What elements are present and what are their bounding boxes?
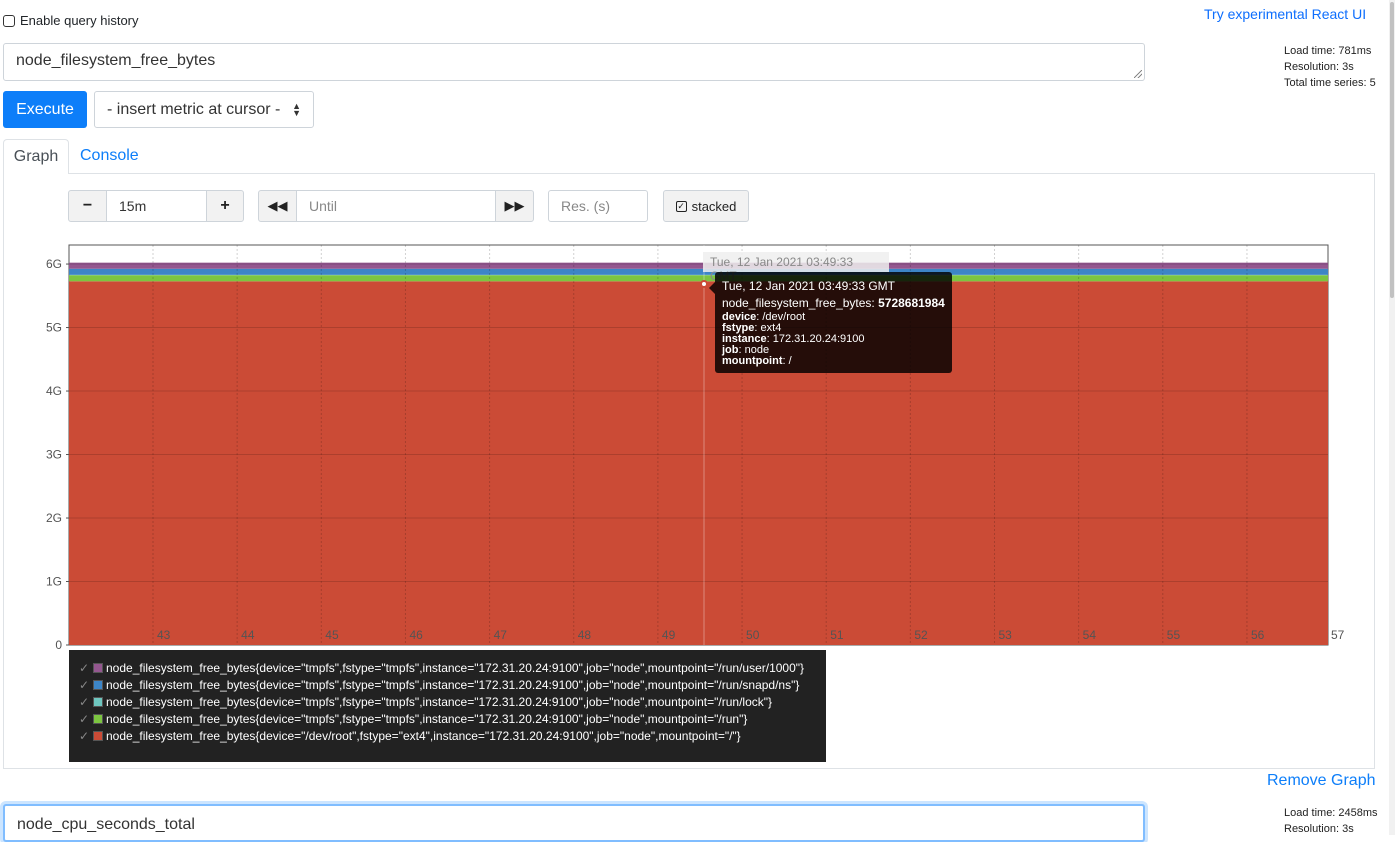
x-tick-label: 48	[578, 628, 592, 642]
legend-item[interactable]: ✓ node_filesystem_free_bytes{device="tmpf…	[79, 659, 816, 676]
series-area	[69, 269, 1328, 275]
series-area	[69, 275, 1328, 281]
y-tick-label: 5G	[46, 321, 62, 335]
legend-swatch	[93, 680, 103, 690]
x-tick-label: 49	[662, 628, 676, 642]
x-tick-label: 56	[1251, 628, 1265, 642]
hover-time-label: Tue, 12 Jan 2021 03:49:33 GMT	[703, 252, 889, 272]
x-tick-label: 51	[830, 628, 844, 642]
legend-item[interactable]: ✓ node_filesystem_free_bytes{device="/dev…	[79, 727, 816, 744]
x-tick-label: 43	[157, 628, 171, 642]
x-tick-label: 55	[1167, 628, 1181, 642]
x-tick-label: 45	[325, 628, 339, 642]
legend-swatch	[93, 714, 103, 724]
legend-swatch	[93, 697, 103, 707]
legend-label: node_filesystem_free_bytes{device="tmpfs…	[106, 712, 747, 726]
tooltip-time: Tue, 12 Jan 2021 03:49:33 GMT	[722, 279, 945, 293]
tooltip-value: 5728681984	[878, 296, 945, 310]
legend-item[interactable]: ✓ node_filesystem_free_bytes{device="tmpf…	[79, 693, 816, 710]
x-tick-label: 50	[746, 628, 760, 642]
tooltip-metric-name: node_filesystem_free_bytes:	[722, 296, 878, 310]
legend-item[interactable]: ✓ node_filesystem_free_bytes{device="tmpf…	[79, 676, 816, 693]
check-icon: ✓	[79, 695, 93, 709]
x-tick-label: 53	[999, 628, 1013, 642]
series-area	[69, 281, 1328, 645]
legend-label: node_filesystem_free_bytes{device="tmpfs…	[106, 695, 772, 709]
graph-legend: ✓ node_filesystem_free_bytes{device="tmpf…	[69, 650, 826, 762]
remove-graph-link[interactable]: Remove Graph	[1267, 772, 1376, 790]
y-tick-label: 6G	[46, 257, 62, 271]
tooltip-label-row: mountpoint: /	[722, 356, 945, 367]
check-icon: ✓	[79, 729, 93, 743]
expression-input-2[interactable]: node_cpu_seconds_total	[3, 804, 1145, 842]
check-icon: ✓	[79, 661, 93, 675]
legend-label: node_filesystem_free_bytes{device="tmpfs…	[106, 678, 799, 692]
expression-text-2: node_cpu_seconds_total	[17, 816, 195, 833]
y-tick-label: 2G	[46, 511, 62, 525]
hover-point-marker	[700, 280, 708, 288]
y-tick-label: 4G	[46, 384, 62, 398]
y-tick-label: 1G	[46, 575, 62, 589]
x-tick-label: 52	[914, 628, 928, 642]
tooltip-labels: device: /dev/rootfstype: ext4instance: 1…	[722, 312, 945, 367]
legend-label: node_filesystem_free_bytes{device="tmpfs…	[106, 661, 804, 675]
check-icon: ✓	[79, 712, 93, 726]
query-stats-2: Load time: 2458ms Resolution: 3s	[1284, 805, 1378, 837]
graph-tooltip: Tue, 12 Jan 2021 03:49:33 GMT node_files…	[715, 272, 952, 373]
tooltip-caret	[709, 282, 715, 294]
check-icon: ✓	[79, 678, 93, 692]
legend-item[interactable]: ✓ node_filesystem_free_bytes{device="tmpf…	[79, 710, 816, 727]
legend-swatch	[93, 731, 103, 741]
tooltip-label-key: mountpoint	[722, 355, 782, 367]
x-tick-label: 44	[241, 628, 255, 642]
load-time: Load time: 2458ms	[1284, 805, 1378, 821]
x-tick-label: 46	[409, 628, 423, 642]
y-tick-label: 3G	[46, 448, 62, 462]
legend-swatch	[93, 663, 103, 673]
x-tick-label: 47	[494, 628, 508, 642]
x-tick-label: 57	[1331, 628, 1345, 642]
tooltip-label-value: : /	[782, 355, 791, 367]
y-tick-label: 0	[55, 638, 62, 652]
tab-graph[interactable]: Graph	[3, 139, 69, 174]
page-scrollbar[interactable]	[1389, 0, 1395, 835]
legend-label: node_filesystem_free_bytes{device="/dev/…	[106, 729, 741, 743]
scrollbar-thumb[interactable]	[1390, 2, 1394, 298]
tooltip-metric: node_filesystem_free_bytes: 5728681984	[722, 295, 945, 311]
x-tick-label: 54	[1083, 628, 1097, 642]
tooltip-label-value: : 172.31.20.24:9100	[767, 333, 865, 345]
